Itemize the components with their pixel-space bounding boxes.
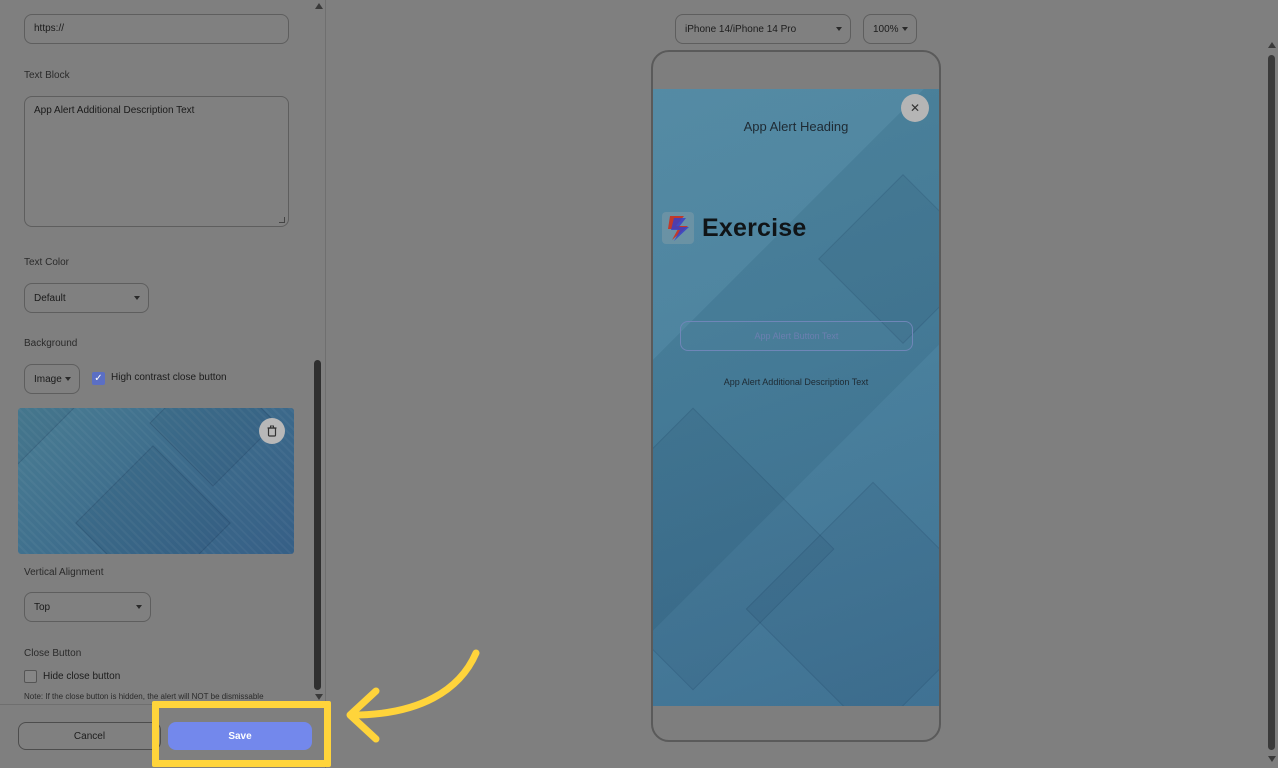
close-button-label: Close Button — [24, 648, 82, 659]
scroll-up-icon[interactable] — [315, 3, 323, 9]
chevron-down-icon — [836, 27, 842, 31]
text-block-label: Text Block — [24, 70, 70, 81]
phone-frame: ✕ App Alert Heading Exercise App Alert B… — [651, 50, 941, 742]
chevron-down-icon — [65, 377, 71, 381]
app-alert-preview: ✕ App Alert Heading Exercise App Alert B… — [653, 89, 939, 706]
text-color-select[interactable]: Default — [24, 283, 149, 313]
resize-handle-icon[interactable] — [279, 217, 285, 223]
panel-scrollbar[interactable] — [314, 360, 321, 690]
background-type-select[interactable]: Image — [24, 364, 80, 394]
trash-icon — [267, 425, 277, 437]
text-color-value: Default — [34, 292, 66, 304]
zoom-value: 100% — [873, 23, 899, 35]
pointer-arrow-icon — [346, 649, 480, 743]
save-button[interactable]: Save — [168, 722, 312, 750]
alert-close-button[interactable]: ✕ — [901, 94, 929, 122]
vertical-alignment-select[interactable]: Top — [24, 592, 151, 622]
high-contrast-label: High contrast close button — [111, 372, 227, 383]
vertical-alignment-value: Top — [34, 601, 51, 613]
alert-logo: Exercise — [662, 212, 806, 244]
scroll-up-icon[interactable] — [1268, 42, 1276, 48]
vertical-alignment-label: Vertical Alignment — [24, 567, 104, 578]
background-image-preview — [18, 408, 294, 554]
pattern-shape — [18, 408, 75, 465]
cancel-button[interactable]: Cancel — [18, 722, 161, 750]
logo-mark-icon — [662, 212, 694, 244]
scroll-down-icon[interactable] — [315, 694, 323, 700]
device-value: iPhone 14/iPhone 14 Pro — [685, 23, 797, 35]
settings-panel: https:// Text Block App Alert Additional… — [0, 0, 326, 768]
hide-close-checkbox[interactable] — [24, 670, 37, 683]
pattern-shape — [818, 174, 939, 344]
high-contrast-checkbox[interactable]: ✓ — [92, 372, 105, 385]
text-block-textarea[interactable]: App Alert Additional Description Text — [24, 96, 289, 227]
scroll-down-icon[interactable] — [1268, 756, 1276, 762]
chevron-down-icon — [902, 27, 908, 31]
hide-close-label: Hide close button — [43, 671, 121, 682]
background-type-value: Image — [34, 373, 62, 385]
device-select[interactable]: iPhone 14/iPhone 14 Pro — [675, 14, 851, 44]
close-button-note: Note: If the close button is hidden, the… — [24, 692, 264, 701]
alert-heading: App Alert Heading — [743, 119, 849, 134]
page-scrollbar[interactable] — [1268, 55, 1275, 750]
alert-description: App Alert Additional Description Text — [723, 377, 869, 387]
alert-button[interactable]: App Alert Button Text — [680, 321, 913, 351]
zoom-select[interactable]: 100% — [863, 14, 917, 44]
logo-text: Exercise — [702, 213, 807, 242]
delete-image-button[interactable] — [259, 418, 285, 444]
background-label: Background — [24, 338, 78, 349]
chevron-down-icon — [136, 605, 142, 609]
chevron-down-icon — [134, 296, 140, 300]
close-icon: ✕ — [909, 101, 921, 115]
text-color-label: Text Color — [24, 257, 70, 268]
url-input[interactable]: https:// — [24, 14, 289, 44]
text-block-value: App Alert Additional Description Text — [34, 105, 195, 116]
